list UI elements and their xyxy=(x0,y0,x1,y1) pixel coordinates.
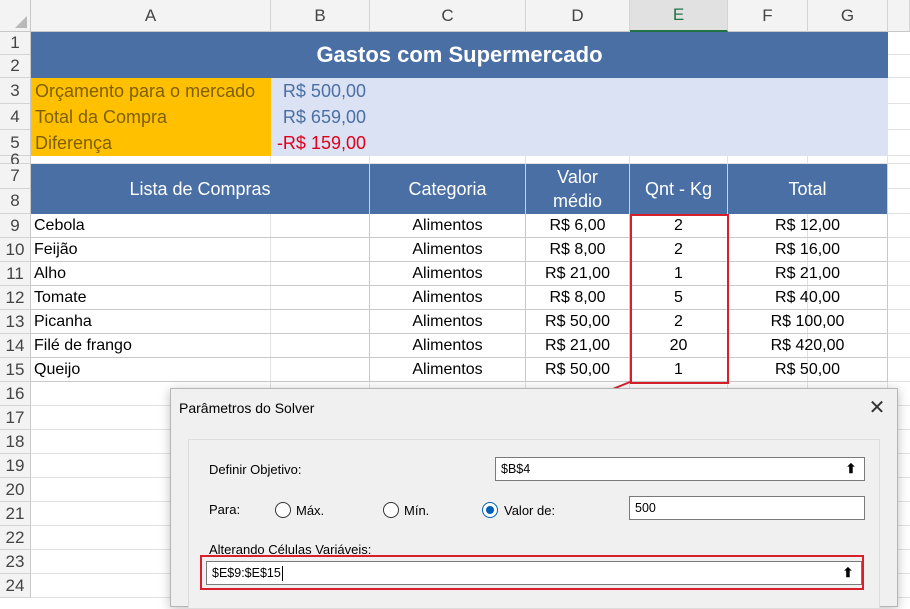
close-icon[interactable]: ✕ xyxy=(867,395,887,419)
value-of-input[interactable]: 500 xyxy=(629,496,865,520)
objective-value: $B$4 xyxy=(501,462,531,476)
changing-cells-highlight xyxy=(200,555,864,590)
dialog-panel: Definir Objetivo: $B$4 ⬆ Para: Máx. Mín.… xyxy=(188,439,880,609)
value-of-radio[interactable] xyxy=(482,502,498,518)
max-radio[interactable] xyxy=(275,502,291,518)
objective-input[interactable]: $B$4 ⬆ xyxy=(495,457,865,481)
min-radio[interactable] xyxy=(383,502,399,518)
value-of-value: 500 xyxy=(635,501,656,515)
collapse-ref-icon[interactable]: ⬆ xyxy=(840,460,862,478)
solver-dialog: Parâmetros do Solver ✕ Definir Objetivo:… xyxy=(170,388,898,609)
dialog-title: Parâmetros do Solver xyxy=(179,400,315,416)
value-of-label: Valor de: xyxy=(504,503,556,518)
min-label: Mín. xyxy=(404,503,430,518)
to-label: Para: xyxy=(209,502,241,517)
max-label: Máx. xyxy=(296,503,325,518)
objective-label: Definir Objetivo: xyxy=(209,462,302,477)
